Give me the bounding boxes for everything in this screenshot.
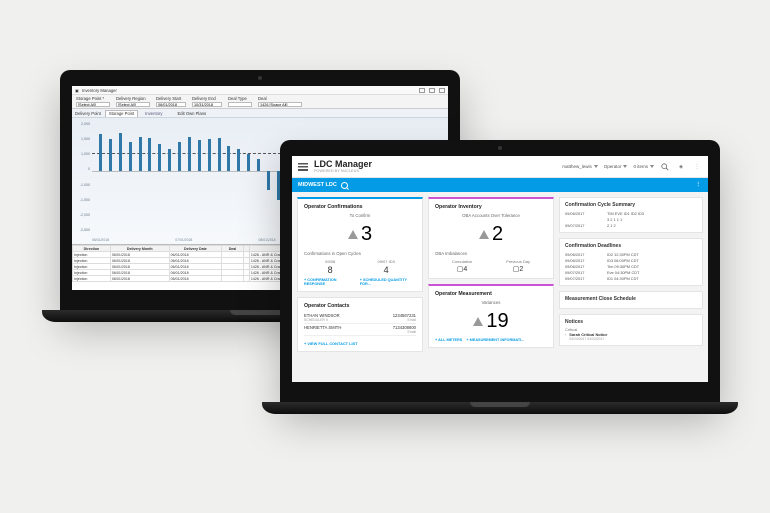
card-title: Measurement Close Schedule	[565, 296, 697, 302]
metric-value: 19	[486, 310, 508, 333]
warning-icon	[473, 317, 483, 326]
link-all-meters[interactable]: ALL METERS	[435, 338, 462, 342]
window-titlebar: ▣ Inventory Manager	[72, 86, 448, 95]
delivery-start-input[interactable]	[156, 102, 186, 107]
laptop-ldc-manager: LDC Manager POWERED BY NUCLEUS matthew_l…	[280, 140, 720, 414]
card-title: Operator Measurement	[435, 291, 547, 297]
app-icon: ▣	[75, 88, 79, 93]
delivery-start-label: Delivery Start	[156, 96, 186, 101]
tab-inventory[interactable]: Inventory	[142, 110, 165, 117]
card-operator-confirmations: Operator Confirmations To Confirm 3 Conf…	[297, 197, 423, 292]
dashboard-body: Operator Confirmations To Confirm 3 Conf…	[292, 192, 708, 382]
webcam	[258, 76, 262, 80]
deal-label: Deal	[258, 96, 302, 101]
caret-down-icon	[650, 165, 654, 168]
warning-icon	[479, 230, 489, 239]
context-overflow-icon[interactable]: ⋮	[696, 182, 703, 188]
window-title: Inventory Manager	[82, 88, 117, 93]
delivery-end-input[interactable]	[192, 102, 222, 107]
close-button[interactable]	[439, 88, 445, 93]
delivery-point-label: Delivery Point	[75, 111, 101, 116]
metric-label: Variances	[435, 300, 547, 305]
metric-label: OBA Accounts Over Tolerance	[435, 213, 547, 218]
context-name: MIDWEST LDC	[298, 182, 337, 188]
card-cycle-summary: Confirmation Cycle Summary 09/06/2017TIM…	[559, 197, 703, 233]
app-title: LDC Manager	[314, 160, 372, 169]
more-icon[interactable]: ⋮	[692, 162, 702, 172]
cart-menu[interactable]: 0 items	[633, 164, 654, 169]
card-operator-inventory: Operator Inventory OBA Accounts Over Tol…	[428, 197, 554, 279]
maximize-button[interactable]	[429, 88, 435, 93]
contact-row[interactable]: ETHAN WINDSORSCHEDULER II1234567231Email	[304, 312, 416, 324]
role-menu[interactable]: Operator	[604, 164, 628, 169]
chevron-left-icon: ‹	[565, 332, 566, 337]
menu-icon[interactable]	[298, 163, 308, 171]
chart-y-axis: 2,0001,5001,0000-1,000-1,500-2,000-2,500	[76, 122, 90, 232]
deal-select[interactable]	[258, 102, 302, 107]
caret-down-icon	[623, 165, 627, 168]
metric-value: 2	[492, 223, 503, 246]
card-title: Operator Confirmations	[304, 204, 416, 210]
tab-storage-point[interactable]: Storage Point	[105, 110, 138, 117]
search-icon[interactable]	[660, 162, 670, 172]
delivery-region-select[interactable]	[116, 102, 150, 107]
delivery-end-label: Delivery End	[192, 96, 222, 101]
settings-icon[interactable]: ◈	[676, 162, 686, 172]
metric-label: To Confirm	[304, 213, 416, 218]
laptop-base	[262, 402, 738, 414]
card-title: Confirmation Cycle Summary	[565, 202, 697, 208]
card-title: Notices	[565, 319, 697, 325]
deal-type-label: Deal Type	[228, 96, 252, 101]
storage-point-label: Storage Point *	[76, 96, 110, 101]
notice-dates: 04/24/2017 04/24/2017	[569, 337, 607, 341]
sub-filter-bar: Delivery Point Storage Point Inventory E…	[72, 109, 448, 118]
subsection-label: Confirmations in Open Cycles	[304, 251, 416, 256]
user-menu[interactable]: matthew_lewis	[562, 164, 598, 169]
ldc-manager-app: LDC Manager POWERED BY NUCLEUS matthew_l…	[292, 156, 708, 382]
card-title: Operator Contacts	[304, 303, 416, 309]
card-title: Confirmation Deadlines	[565, 243, 697, 249]
link-scheduled-quantity[interactable]: SCHEDULED QUANTITY FOR...	[360, 278, 416, 286]
subsection-label: OBA Imbalances	[435, 251, 547, 256]
delivery-region-label: Delivery Region	[116, 96, 150, 101]
context-search-icon[interactable]	[341, 182, 348, 189]
card-notices: Notices Critical ‹ Sarah Critical Notice…	[559, 314, 703, 346]
card-confirmation-deadlines: Confirmation Deadlines 09/06/2017ID2 12:…	[559, 238, 703, 286]
notice-item[interactable]: ‹ Sarah Critical Notice 04/24/2017 04/24…	[565, 332, 697, 341]
link-measurement-info[interactable]: MEASUREMENT INFORMATI...	[466, 338, 524, 342]
minimize-button[interactable]	[419, 88, 425, 93]
storage-point-select[interactable]	[76, 102, 110, 107]
card-operator-measurement: Operator Measurement Variances 19 ALL ME…	[428, 284, 554, 348]
edit-own-plans-toggle[interactable]: Edit Own Plans	[177, 111, 206, 116]
link-confirmation-response[interactable]: CONFIRMATION RESPONSE	[304, 278, 356, 286]
deal-type-select[interactable]	[228, 102, 252, 107]
caret-down-icon	[594, 165, 598, 168]
metric-value: 3	[361, 223, 372, 246]
card-measurement-close: Measurement Close Schedule	[559, 291, 703, 309]
contact-row[interactable]: HENRIETTA SMITH7134308600Email	[304, 324, 416, 336]
card-title: Operator Inventory	[435, 204, 547, 210]
link-full-contact-list[interactable]: VIEW FULL CONTACT LIST	[304, 339, 416, 346]
warning-icon	[348, 230, 358, 239]
card-operator-contacts: Operator Contacts ETHAN WINDSORSCHEDULER…	[297, 297, 423, 352]
webcam	[498, 146, 502, 150]
context-bar: MIDWEST LDC ⋮	[292, 178, 708, 192]
app-subtitle: POWERED BY NUCLEUS	[314, 169, 372, 173]
app-header: LDC Manager POWERED BY NUCLEUS matthew_l…	[292, 156, 708, 178]
filter-ribbon: Storage Point * Delivery Region Delivery…	[72, 95, 448, 109]
